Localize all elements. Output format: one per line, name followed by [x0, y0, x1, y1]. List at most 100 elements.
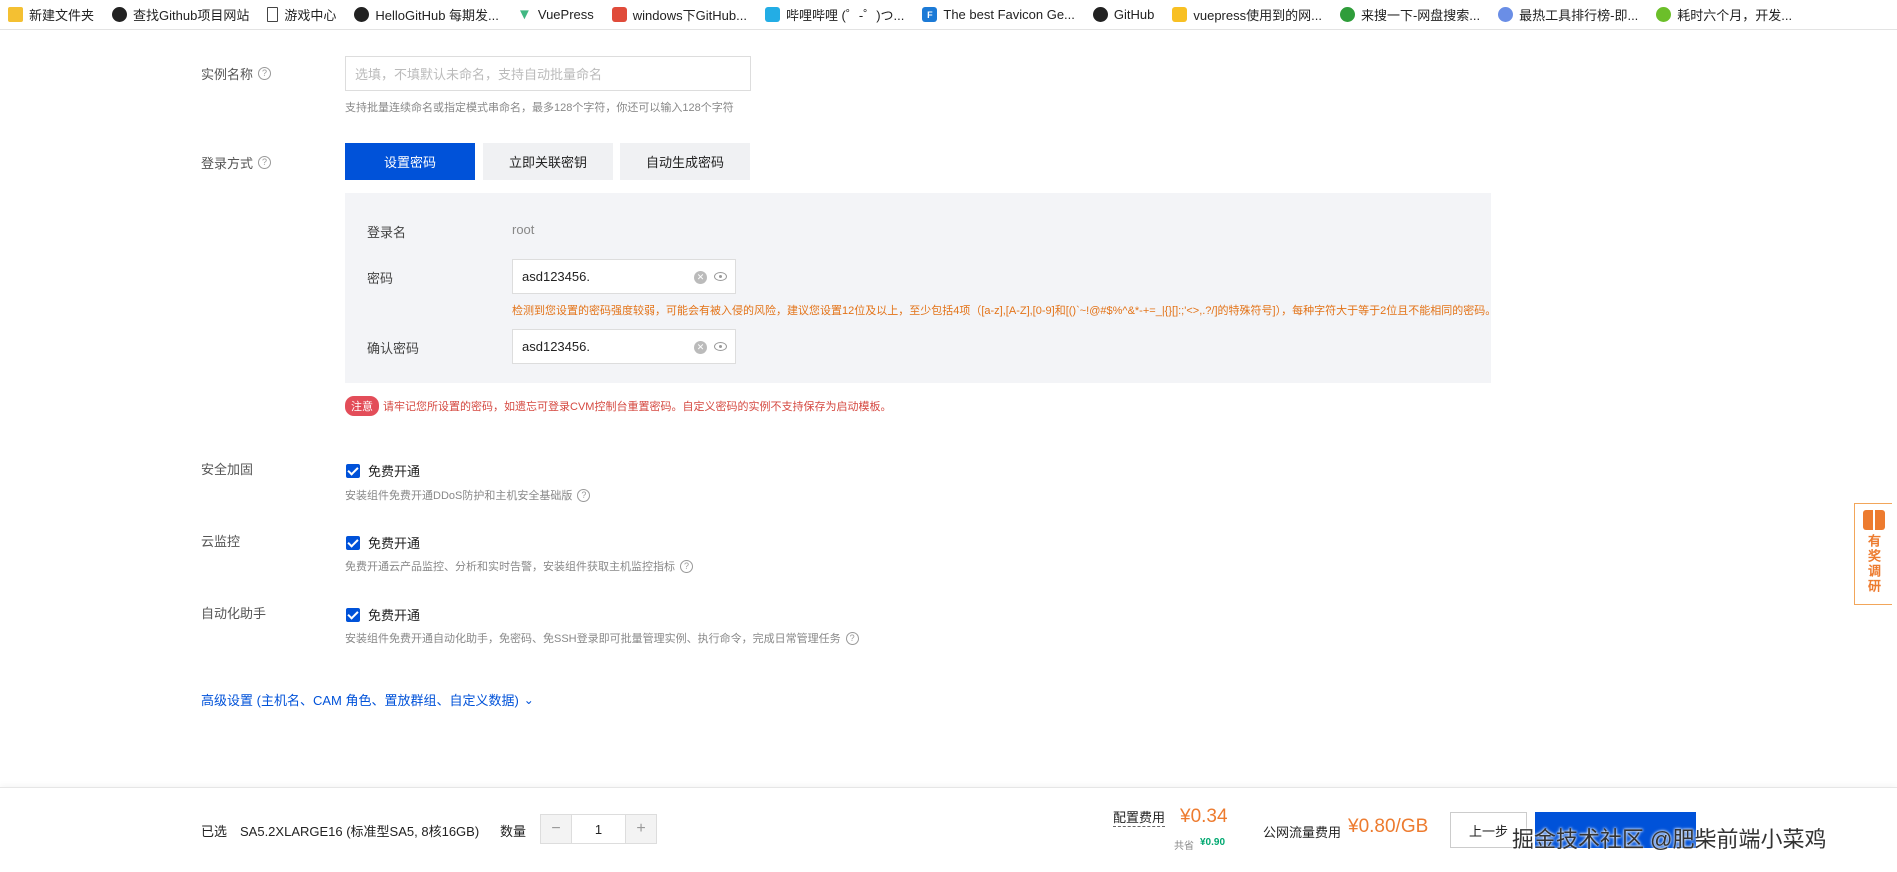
monitor-checkbox[interactable]: 免费开通 [346, 533, 420, 552]
site-icon [1339, 7, 1355, 22]
quantity-label: 数量 [500, 824, 527, 839]
site-icon [611, 7, 627, 22]
config-fee-value: ¥0.34 [1180, 806, 1228, 827]
password-strength-warning: 检测到您设置的密码强度较弱，可能会有被入侵的风险，建议您设置12位及以上，至少包… [512, 305, 1497, 317]
watermark: 掘金技术社区 @肥柴前端小菜鸡 [1512, 827, 1827, 852]
security-label: 安全加固 [201, 462, 254, 477]
site-icon [1172, 7, 1188, 22]
instance-name-input[interactable]: 选填，不填默认未命名，支持自动批量命名 [345, 56, 751, 91]
monitor-hint: 免费开通云产品监控、分析和实时告警，安装组件获取主机监控指标? [345, 558, 693, 574]
decrement-button[interactable]: − [541, 815, 571, 843]
order-footer: 已选 SA5.2XLARGE16 (标准型SA5, 8核16GB) 数量 − 1… [0, 787, 1897, 872]
bookmark-favicon-generator[interactable]: F The best Favicon Ge... [922, 7, 1075, 22]
saved-label: 共省 [1174, 841, 1194, 852]
bookmark-game-center[interactable]: 游戏中心 [267, 5, 336, 24]
survey-tab[interactable]: 有奖调研 [1854, 503, 1892, 605]
bookmark-label: windows下GitHub... [632, 8, 747, 23]
bookmark-label: 最热工具排行榜-即... [1519, 8, 1639, 23]
bookmark-github-search[interactable]: 查找Github项目网站 [112, 5, 249, 24]
tab-bind-key[interactable]: 立即关联密钥 [483, 143, 613, 180]
bookmark-vuepress[interactable]: ▼ VuePress [516, 6, 594, 23]
bookmarks-bar: 新建文件夹 查找Github项目网站 游戏中心 HelloGitHub 每期发.… [0, 0, 1897, 30]
advanced-settings-link[interactable]: 高级设置 (主机名、CAM 角色、置放群组、自定义数据) ⌄ [201, 690, 534, 709]
automation-label: 自动化助手 [201, 606, 267, 621]
confirm-password-label: 确认密码 [367, 341, 420, 356]
quantity-value[interactable]: 1 [571, 815, 626, 843]
help-icon[interactable]: ? [577, 488, 591, 502]
site-icon [1498, 7, 1514, 22]
bookmark-bilibili[interactable]: 哔哩哔哩 (゜-゜)つ... [764, 5, 905, 24]
username-value: root [512, 222, 535, 237]
bookmark-github[interactable]: GitHub [1092, 7, 1154, 22]
instance-name-text: 实例名称 [201, 67, 254, 82]
traffic-fee-label: 公网流量费用 [1263, 825, 1342, 840]
config-fee-label[interactable]: 配置费用 [1113, 810, 1166, 827]
traffic-fee-value: ¥0.80/GB [1348, 816, 1429, 837]
bookmark-hellogithub[interactable]: HelloGitHub 每期发... [354, 5, 499, 24]
help-icon[interactable]: ? [680, 559, 693, 573]
gift-icon [1862, 510, 1885, 530]
bookmark-tool-ranking[interactable]: 最热工具排行榜-即... [1498, 5, 1638, 24]
selected-label: 已选 [201, 824, 228, 839]
advanced-settings-text: 高级设置 (主机名、CAM 角色、置放群组、自定义数据) [201, 693, 519, 708]
selected-spec: SA5.2XLARGE16 (标准型SA5, 8核16GB) [240, 824, 480, 839]
eye-icon[interactable] [714, 272, 727, 281]
bookmark-label: 耗时六个月，开发... [1677, 8, 1793, 23]
bookmark-windows-github[interactable]: windows下GitHub... [611, 5, 747, 24]
bookmark-label: vuepress使用到的网... [1193, 8, 1322, 23]
password-notice: 注意 请牢记您所设置的密码，如遗忘可登录CVM控制台重置密码。自定义密码的实例不… [345, 396, 891, 416]
bookmark-vuepress-sites[interactable]: vuepress使用到的网... [1172, 5, 1322, 24]
tab-auto-password[interactable]: 自动生成密码 [620, 143, 750, 180]
quantity-stepper[interactable]: − 1 + [540, 814, 657, 844]
monitor-label: 云监控 [201, 534, 241, 549]
clear-icon[interactable]: ✕ [694, 341, 707, 354]
monitor-checkbox-label: 免费开通 [368, 536, 421, 551]
eye-icon[interactable] [714, 342, 727, 351]
bookmark-label: HelloGitHub 每期发... [375, 8, 499, 23]
password-value: asd123456. [522, 269, 590, 284]
security-checkbox-label: 免费开通 [368, 464, 421, 479]
monitor-hint-text: 免费开通云产品监控、分析和实时告警，安装组件获取主机监控指标 [345, 561, 675, 573]
vue-icon: ▼ [516, 6, 532, 23]
notice-tag: 注意 [345, 396, 379, 416]
security-hint-text: 安装组件免费开通DDoS防护和主机安全基础版 [345, 490, 573, 502]
confirm-password-value: asd123456. [522, 339, 590, 354]
bookmark-pan-search[interactable]: 来搜一下-网盘搜索... [1339, 5, 1481, 24]
bookmark-new-folder[interactable]: 新建文件夹 [8, 5, 94, 24]
saved-value: ¥0.90 [1200, 837, 1226, 848]
help-icon[interactable]: ? [258, 67, 272, 80]
bookmark-label: The best Favicon Ge... [943, 7, 1075, 22]
automation-checkbox-label: 免费开通 [368, 608, 421, 623]
automation-hint-text: 安装组件免费开通自动化助手，免密码、免SSH登录即可批量管理实例、执行命令，完成… [345, 633, 841, 645]
site-icon [1656, 7, 1672, 22]
help-icon[interactable]: ? [258, 156, 272, 169]
checkbox-checked-icon[interactable] [346, 607, 360, 622]
automation-hint: 安装组件免费开通自动化助手，免密码、免SSH登录即可批量管理实例、执行命令，完成… [345, 630, 859, 646]
login-method-label: 登录方式? [201, 153, 272, 172]
security-checkbox[interactable]: 免费开通 [346, 461, 420, 480]
bookmark-six-months[interactable]: 耗时六个月，开发... [1656, 5, 1792, 24]
github-icon [1092, 7, 1108, 22]
increment-button[interactable]: + [626, 815, 656, 843]
bookmark-label: 来搜一下-网盘搜索... [1360, 8, 1481, 23]
bilibili-icon [764, 7, 780, 22]
bookmark-label: 新建文件夹 [29, 8, 95, 23]
confirm-password-input[interactable]: asd123456. ✕ [512, 329, 736, 364]
tab-set-password[interactable]: 设置密码 [345, 143, 475, 180]
folder-icon [8, 7, 23, 22]
clear-icon[interactable]: ✕ [694, 271, 707, 284]
instance-name-label: 实例名称? [201, 64, 272, 83]
login-method-text: 登录方式 [201, 156, 254, 171]
password-input[interactable]: asd123456. ✕ [512, 259, 736, 294]
bookmark-label: VuePress [537, 7, 594, 22]
checkbox-checked-icon[interactable] [346, 535, 360, 550]
bookmark-label: 哔哩哔哩 (゜-゜)つ... [785, 8, 905, 23]
bookmark-label: 游戏中心 [284, 8, 337, 23]
automation-checkbox[interactable]: 免费开通 [346, 605, 420, 624]
document-icon [267, 7, 279, 22]
checkbox-checked-icon[interactable] [346, 463, 360, 478]
survey-label: 有奖调研 [1866, 534, 1881, 594]
help-icon[interactable]: ? [845, 631, 859, 645]
username-label: 登录名 [367, 225, 407, 240]
notice-text: 请牢记您所设置的密码，如遗忘可登录CVM控制台重置密码。自定义密码的实例不支持保… [383, 401, 892, 413]
